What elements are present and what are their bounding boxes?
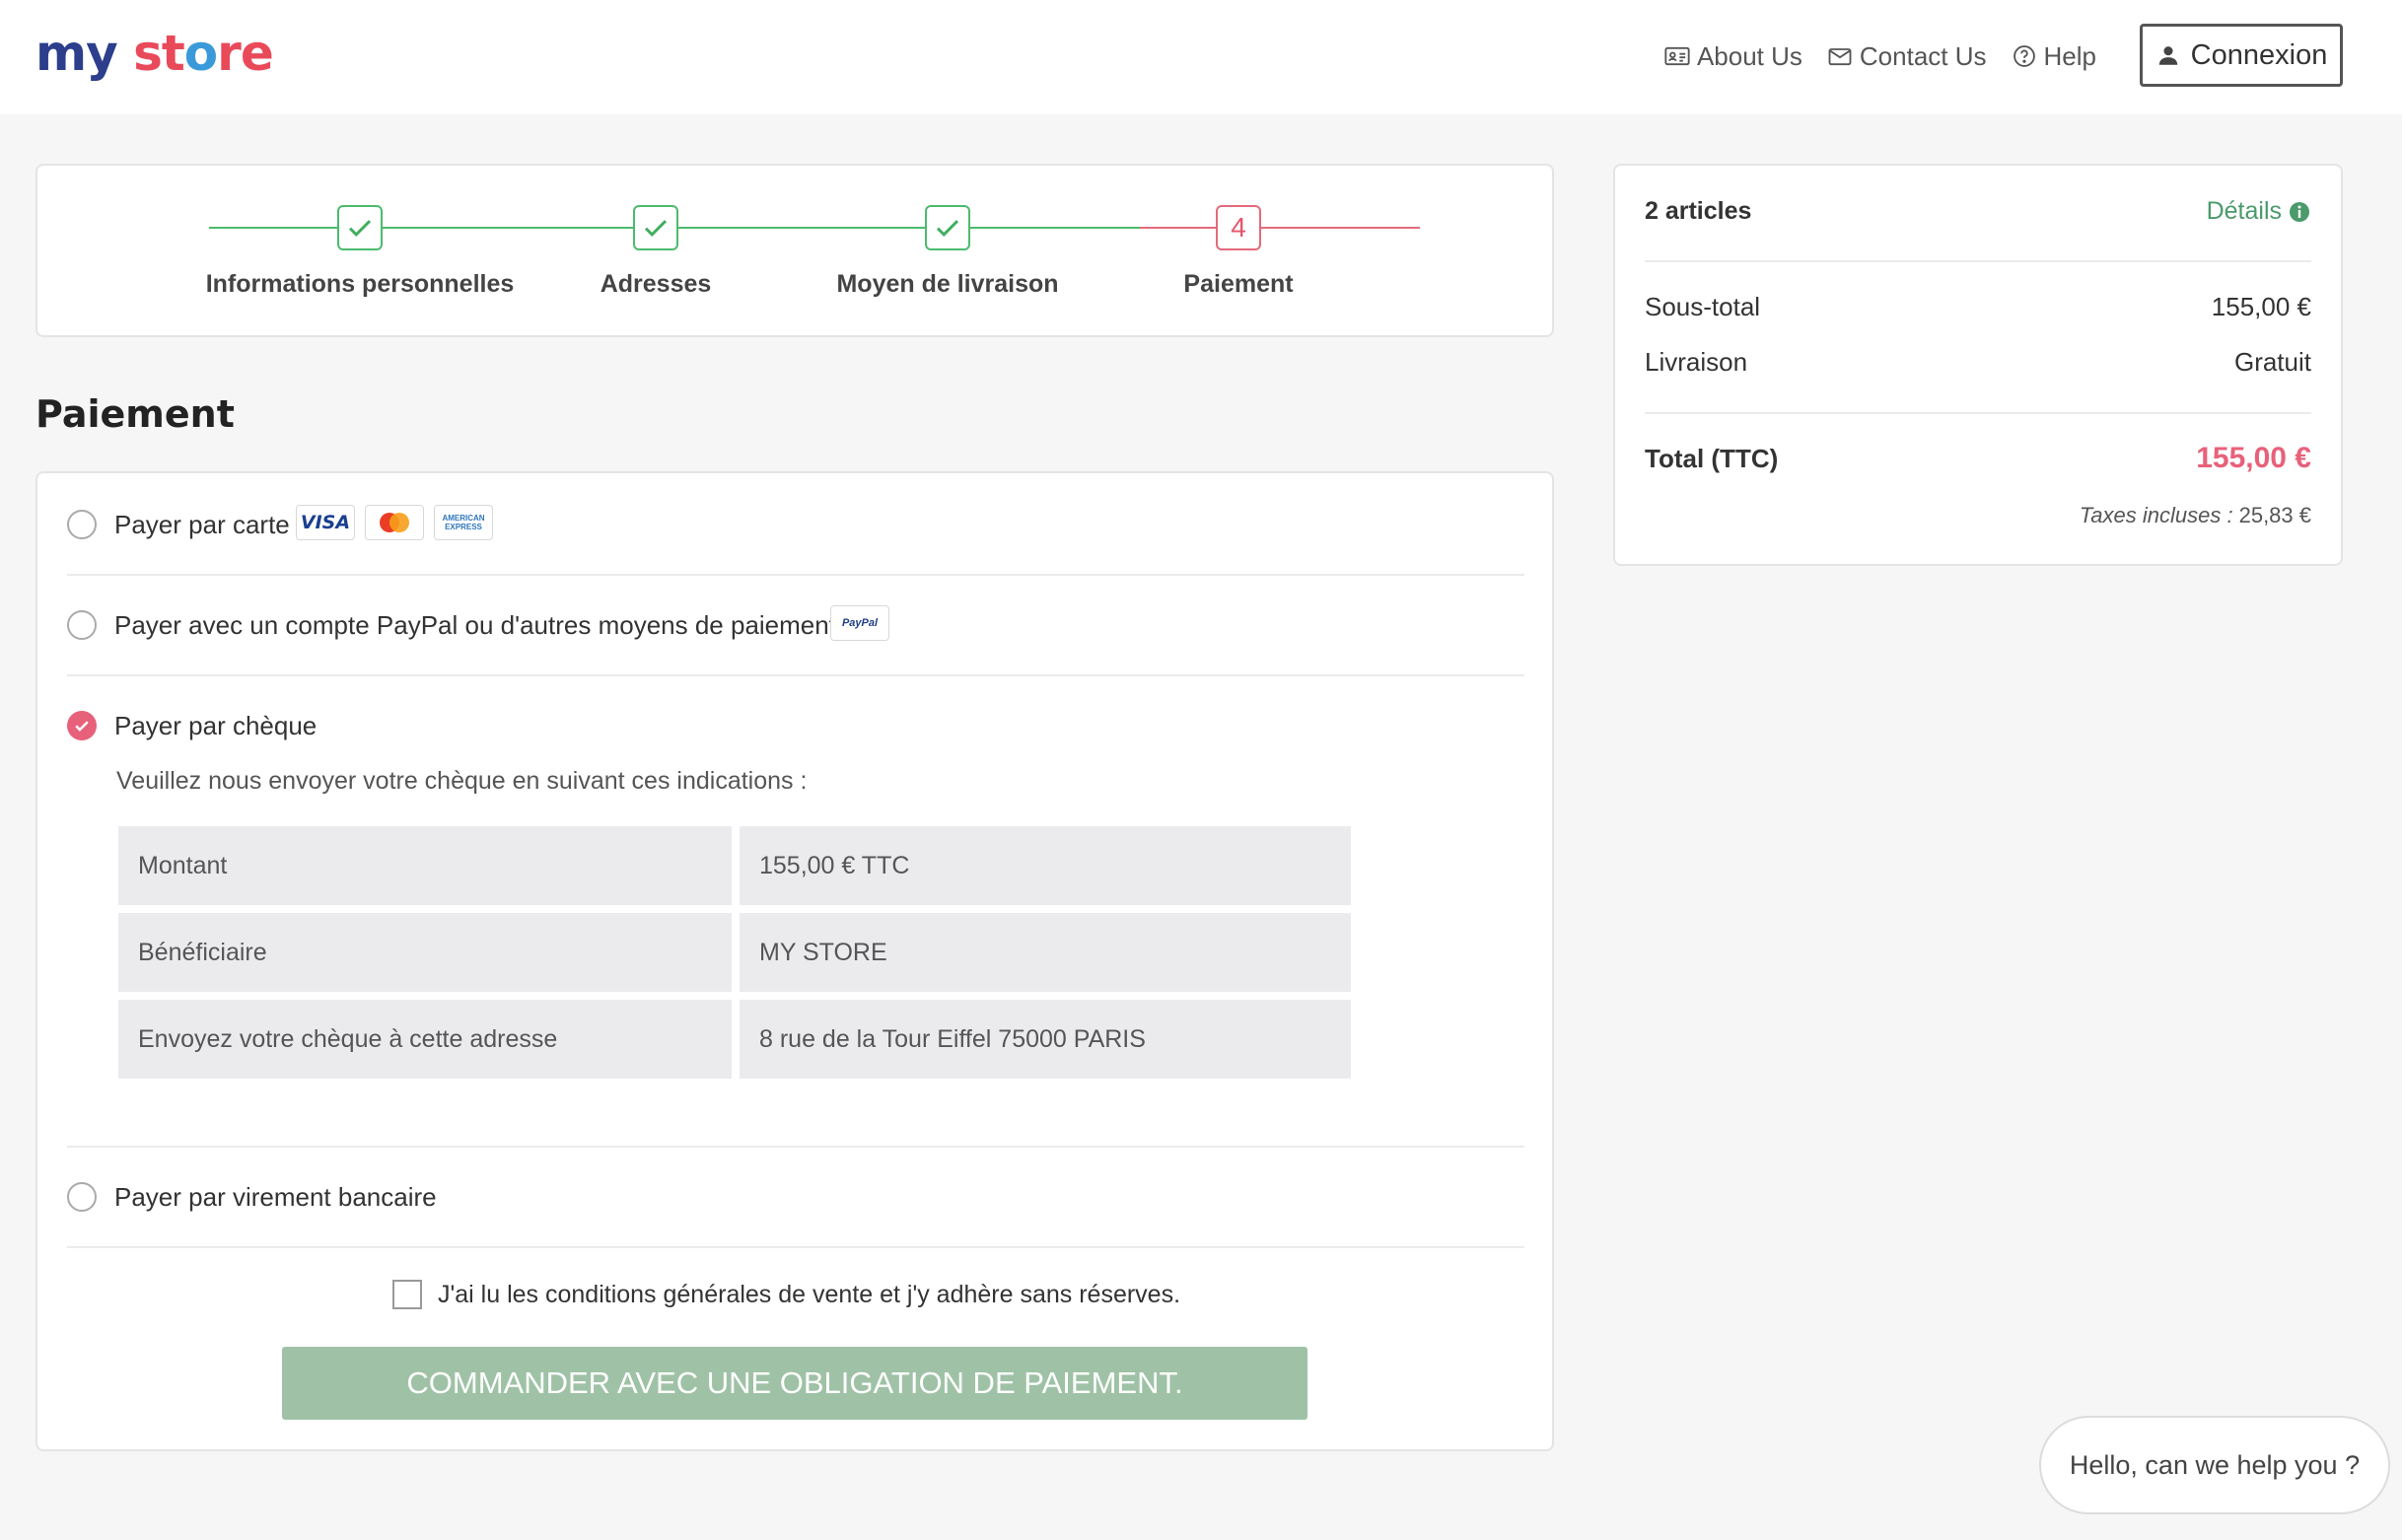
- step-label-livraison[interactable]: Moyen de livraison: [836, 270, 1058, 299]
- terms-label[interactable]: J'ai lu les conditions générales de vent…: [438, 1281, 1180, 1309]
- step-label-adresses[interactable]: Adresses: [600, 270, 712, 299]
- terms-agreement: J'ai lu les conditions générales de vent…: [392, 1280, 1180, 1309]
- payment-options: Payer par carte VISA AMERICAN EXPRESS Pa…: [35, 471, 1554, 1451]
- summary-divider: [1645, 412, 2311, 414]
- cheque-address-label: Envoyez votre chèque à cette adresse: [118, 1000, 732, 1079]
- terms-checkbox[interactable]: [392, 1280, 422, 1309]
- taxes-label: Taxes incluses :: [2079, 503, 2233, 527]
- radio-cheque[interactable]: [67, 711, 97, 740]
- visa-logo: VISA: [296, 505, 355, 540]
- info-icon: [2290, 201, 2309, 222]
- envelope-icon: [1828, 48, 1852, 66]
- subtotal-row: Sous-total 155,00 €: [1645, 292, 2311, 322]
- payment-option-card-label: Payer par carte: [114, 510, 290, 539]
- cheque-amount-value: 155,00 € TTC: [740, 826, 1351, 905]
- user-icon: [2158, 46, 2177, 65]
- cheque-amount-label: Montant: [118, 826, 732, 905]
- total-row: Total (TTC) 155,00 €: [1645, 442, 2311, 475]
- check-icon: [348, 220, 372, 237]
- amex-logo: AMERICAN EXPRESS: [434, 505, 493, 540]
- cart-summary: 2 articles Détails Sous-total 155,00 € L…: [1613, 164, 2343, 566]
- total-value: 155,00 €: [2196, 442, 2311, 474]
- nav-contact-us[interactable]: Contact Us: [1826, 41, 1987, 72]
- checkout-steps: Informations personnelles Adresses Moyen…: [35, 164, 1554, 337]
- top-nav: About Us Contact Us Help: [1663, 35, 2096, 77]
- logo-text-re: re: [217, 25, 274, 82]
- option-divider: [67, 574, 1524, 576]
- payment-option-cheque[interactable]: Payer par chèque: [67, 708, 1524, 743]
- step-4-number: 4: [1216, 205, 1261, 250]
- cheque-beneficiary-label: Bénéficiaire: [118, 913, 732, 992]
- taxes-value: 25,83 €: [2238, 503, 2311, 527]
- payment-option-transfer-label: Payer par virement bancaire: [114, 1182, 437, 1212]
- payment-option-paypal-label: Payer avec un compte PayPal ou d'autres …: [114, 610, 836, 640]
- help-circle-icon: [2013, 45, 2035, 67]
- shipping-value: Gratuit: [2233, 347, 2311, 377]
- check-icon: [644, 220, 668, 237]
- option-divider: [67, 1146, 1524, 1148]
- subtotal-label: Sous-total: [1645, 292, 1761, 321]
- nav-contact-us-label: Contact Us: [1859, 40, 1987, 71]
- nav-help-label: Help: [2043, 40, 2096, 71]
- summary-header: 2 articles Détails: [1645, 197, 2311, 226]
- step-label-informations[interactable]: Informations personnelles: [206, 270, 515, 299]
- nav-help[interactable]: Help: [2011, 41, 2096, 72]
- paypal-logo: PayPal: [830, 605, 889, 641]
- store-logo[interactable]: my store: [35, 22, 274, 85]
- steps-remaining-line: [1140, 227, 1420, 229]
- chat-widget-button[interactable]: Hello, can we help you ?: [2039, 1416, 2390, 1514]
- login-label: Connexion: [2190, 38, 2328, 71]
- details-label: Détails: [2206, 197, 2282, 225]
- mastercard-logo: [365, 505, 424, 540]
- cheque-address-value: 8 rue de la Tour Eiffel 75000 PARIS: [740, 1000, 1351, 1079]
- shipping-label: Livraison: [1645, 347, 1748, 377]
- payment-option-paypal[interactable]: Payer avec un compte PayPal ou d'autres …: [67, 605, 1524, 643]
- page-title: Paiement: [35, 392, 235, 436]
- amex-logo-text: AMERICAN EXPRESS: [442, 514, 485, 531]
- step-1-check[interactable]: [337, 205, 383, 250]
- mastercard-icon: [380, 513, 409, 532]
- logo-text-st: st: [133, 25, 185, 82]
- step-3-check[interactable]: [925, 205, 970, 250]
- subtotal-value: 155,00 €: [2211, 292, 2311, 321]
- id-card-icon: [1664, 46, 1690, 66]
- summary-divider: [1645, 260, 2311, 262]
- cheque-beneficiary-value: MY STORE: [740, 913, 1351, 992]
- radio-paypal[interactable]: [67, 610, 97, 640]
- radio-transfer[interactable]: [67, 1182, 97, 1212]
- cheque-instructions: Veuillez nous envoyer votre chèque en su…: [116, 767, 808, 795]
- shipping-row: Livraison Gratuit: [1645, 347, 2311, 378]
- taxes-row: Taxes incluses : 25,83 €: [1645, 503, 2311, 528]
- option-divider: [67, 1246, 1524, 1248]
- site-header: my store About Us Contact Us Help Connex…: [0, 0, 2402, 114]
- payment-option-transfer[interactable]: Payer par virement bancaire: [67, 1179, 1524, 1215]
- paypal-logo-text: PayPal: [841, 617, 879, 629]
- payment-option-card[interactable]: Payer par carte VISA AMERICAN EXPRESS: [67, 505, 1524, 542]
- check-icon: [75, 721, 89, 732]
- place-order-button[interactable]: COMMANDER AVEC UNE OBLIGATION DE PAIEMEN…: [282, 1347, 1307, 1420]
- step-2-check[interactable]: [633, 205, 678, 250]
- details-link[interactable]: Détails: [2207, 197, 2311, 226]
- check-icon: [936, 220, 959, 237]
- logo-text-o: o: [183, 25, 218, 82]
- payment-option-cheque-label: Payer par chèque: [114, 711, 318, 740]
- step-label-paiement: Paiement: [1183, 270, 1294, 298]
- login-button[interactable]: Connexion: [2140, 24, 2343, 87]
- option-divider: [67, 674, 1524, 676]
- nav-about-us-label: About Us: [1696, 40, 1802, 71]
- visa-logo-text: VISA: [300, 512, 351, 533]
- radio-card[interactable]: [67, 510, 97, 539]
- article-count: 2 articles: [1645, 197, 1752, 225]
- logo-text-my: my: [35, 25, 118, 82]
- total-label: Total (TTC): [1645, 443, 1779, 473]
- nav-about-us[interactable]: About Us: [1663, 41, 1802, 72]
